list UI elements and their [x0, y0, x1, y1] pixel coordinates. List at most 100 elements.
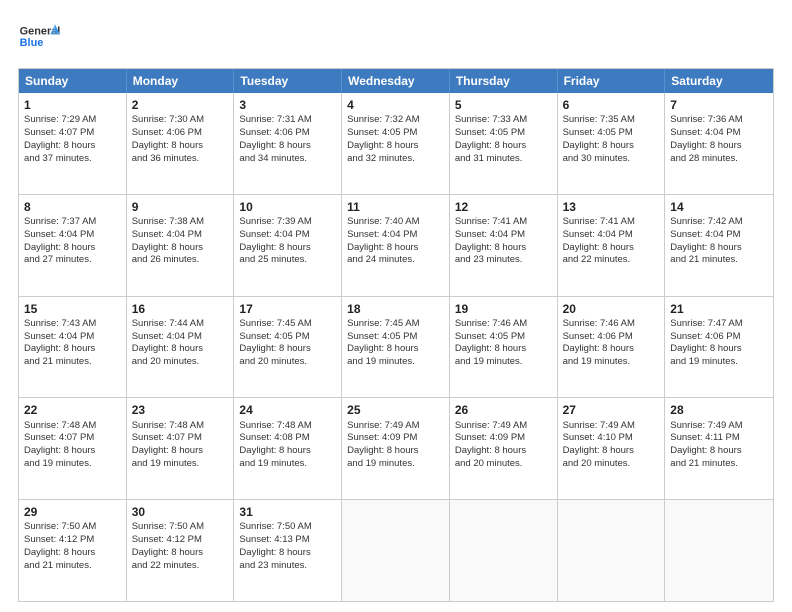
day-info-line: Sunset: 4:04 PM	[24, 331, 121, 344]
day-info-line: Sunset: 4:13 PM	[239, 534, 336, 547]
day-info-line: Daylight: 8 hours	[239, 242, 336, 255]
day-number: 8	[24, 199, 121, 215]
day-info-line: Sunrise: 7:31 AM	[239, 114, 336, 127]
day-info-line: and 21 minutes.	[24, 356, 121, 369]
calendar-body: 1Sunrise: 7:29 AMSunset: 4:07 PMDaylight…	[19, 93, 773, 601]
day-info-line: and 19 minutes.	[132, 458, 229, 471]
day-number: 16	[132, 301, 229, 317]
day-info-line: Sunrise: 7:30 AM	[132, 114, 229, 127]
cal-cell-empty	[450, 500, 558, 601]
cal-cell-day-3: 3Sunrise: 7:31 AMSunset: 4:06 PMDaylight…	[234, 93, 342, 194]
day-number: 26	[455, 402, 552, 418]
day-info-line: Daylight: 8 hours	[132, 547, 229, 560]
day-info-line: Sunset: 4:09 PM	[455, 432, 552, 445]
day-number: 3	[239, 97, 336, 113]
cal-cell-day-23: 23Sunrise: 7:48 AMSunset: 4:07 PMDayligh…	[127, 398, 235, 499]
day-info-line: and 34 minutes.	[239, 153, 336, 166]
day-info-line: and 20 minutes.	[239, 356, 336, 369]
day-info-line: Sunrise: 7:36 AM	[670, 114, 768, 127]
day-info-line: Daylight: 8 hours	[132, 140, 229, 153]
day-info-line: and 31 minutes.	[455, 153, 552, 166]
cal-cell-day-26: 26Sunrise: 7:49 AMSunset: 4:09 PMDayligh…	[450, 398, 558, 499]
cal-cell-day-6: 6Sunrise: 7:35 AMSunset: 4:05 PMDaylight…	[558, 93, 666, 194]
day-info-line: Sunset: 4:05 PM	[455, 127, 552, 140]
cal-day-header-monday: Monday	[127, 69, 235, 93]
cal-cell-day-28: 28 Sunrise: 7:49 AMSunset: 4:11 PMDayligh…	[665, 398, 773, 499]
day-info-line: and 27 minutes.	[24, 254, 121, 267]
logo: General Blue	[18, 16, 60, 58]
cal-cell-day-22: 22Sunrise: 7:48 AMSunset: 4:07 PMDayligh…	[19, 398, 127, 499]
day-info-line: Daylight: 8 hours	[455, 242, 552, 255]
cal-week-2: 8Sunrise: 7:37 AMSunset: 4:04 PMDaylight…	[19, 195, 773, 297]
cal-cell-day-7: 7Sunrise: 7:36 AMSunset: 4:04 PMDaylight…	[665, 93, 773, 194]
cal-week-4: 22Sunrise: 7:48 AMSunset: 4:07 PMDayligh…	[19, 398, 773, 500]
day-info-line: and 21 minutes.	[670, 458, 768, 471]
calendar-header: SundayMondayTuesdayWednesdayThursdayFrid…	[19, 69, 773, 93]
day-info-line: Daylight: 8 hours	[670, 140, 768, 153]
day-info-line: Daylight: 8 hours	[24, 140, 121, 153]
day-info-line: Sunrise: 7:32 AM	[347, 114, 444, 127]
day-info-line: Sunset: 4:11 PM	[670, 432, 768, 445]
day-info-line: Sunset: 4:10 PM	[563, 432, 660, 445]
cal-cell-day-5: 5Sunrise: 7:33 AMSunset: 4:05 PMDaylight…	[450, 93, 558, 194]
day-number: 15	[24, 301, 121, 317]
day-info-line: Sunrise: 7:33 AM	[455, 114, 552, 127]
cal-cell-empty	[558, 500, 666, 601]
calendar: SundayMondayTuesdayWednesdayThursdayFrid…	[18, 68, 774, 602]
day-number: 25	[347, 402, 444, 418]
day-number: 21	[670, 301, 768, 317]
day-number: 28	[670, 402, 768, 418]
day-number: 18	[347, 301, 444, 317]
day-number: 30	[132, 504, 229, 520]
day-info-line: Sunset: 4:04 PM	[132, 331, 229, 344]
day-info-line: Sunrise: 7:44 AM	[132, 318, 229, 331]
day-info-line: and 36 minutes.	[132, 153, 229, 166]
day-info-line: Daylight: 8 hours	[670, 242, 768, 255]
day-info-line: Sunrise: 7:29 AM	[24, 114, 121, 127]
day-number: 13	[563, 199, 660, 215]
day-info-line: Sunrise: 7:42 AM	[670, 216, 768, 229]
day-number: 24	[239, 402, 336, 418]
day-info-line: Sunrise: 7:49 AM	[670, 420, 768, 433]
day-info-line: and 25 minutes.	[239, 254, 336, 267]
day-info-line: and 32 minutes.	[347, 153, 444, 166]
day-info-line: Sunrise: 7:35 AM	[563, 114, 660, 127]
day-info-line: Sunset: 4:06 PM	[563, 331, 660, 344]
cal-cell-day-31: 31Sunrise: 7:50 AMSunset: 4:13 PMDayligh…	[234, 500, 342, 601]
header: General Blue	[18, 16, 774, 58]
day-number: 6	[563, 97, 660, 113]
cal-cell-day-16: 16Sunrise: 7:44 AMSunset: 4:04 PMDayligh…	[127, 297, 235, 398]
day-info-line: Daylight: 8 hours	[455, 343, 552, 356]
day-number: 17	[239, 301, 336, 317]
day-number: 2	[132, 97, 229, 113]
day-info-line: Daylight: 8 hours	[670, 445, 768, 458]
day-info-line: Sunset: 4:05 PM	[563, 127, 660, 140]
day-info-line: Daylight: 8 hours	[347, 242, 444, 255]
day-number: 19	[455, 301, 552, 317]
day-info-line: Daylight: 8 hours	[455, 140, 552, 153]
cal-cell-day-19: 19Sunrise: 7:46 AMSunset: 4:05 PMDayligh…	[450, 297, 558, 398]
day-number: 4	[347, 97, 444, 113]
day-info-line: and 19 minutes.	[670, 356, 768, 369]
day-info-line: Sunrise: 7:37 AM	[24, 216, 121, 229]
day-info-line: Sunset: 4:12 PM	[132, 534, 229, 547]
cal-cell-day-4: 4Sunrise: 7:32 AMSunset: 4:05 PMDaylight…	[342, 93, 450, 194]
cal-cell-day-29: 29Sunrise: 7:50 AMSunset: 4:12 PMDayligh…	[19, 500, 127, 601]
day-info-line: Daylight: 8 hours	[239, 547, 336, 560]
day-info-line: Daylight: 8 hours	[24, 343, 121, 356]
day-info-line: Sunset: 4:05 PM	[347, 127, 444, 140]
day-info-line: and 22 minutes.	[132, 560, 229, 573]
day-info-line: and 19 minutes.	[347, 458, 444, 471]
day-info-line: Daylight: 8 hours	[24, 547, 121, 560]
day-info-line: Daylight: 8 hours	[132, 445, 229, 458]
day-info-line: Sunrise: 7:46 AM	[563, 318, 660, 331]
day-info-line: and 23 minutes.	[455, 254, 552, 267]
cal-cell-day-20: 20Sunrise: 7:46 AMSunset: 4:06 PMDayligh…	[558, 297, 666, 398]
cal-day-header-tuesday: Tuesday	[234, 69, 342, 93]
day-info-line: and 20 minutes.	[563, 458, 660, 471]
cal-cell-day-11: 11Sunrise: 7:40 AMSunset: 4:04 PMDayligh…	[342, 195, 450, 296]
day-info-line: Sunrise: 7:39 AM	[239, 216, 336, 229]
day-number: 5	[455, 97, 552, 113]
day-info-line: Daylight: 8 hours	[239, 343, 336, 356]
day-info-line: Daylight: 8 hours	[563, 140, 660, 153]
